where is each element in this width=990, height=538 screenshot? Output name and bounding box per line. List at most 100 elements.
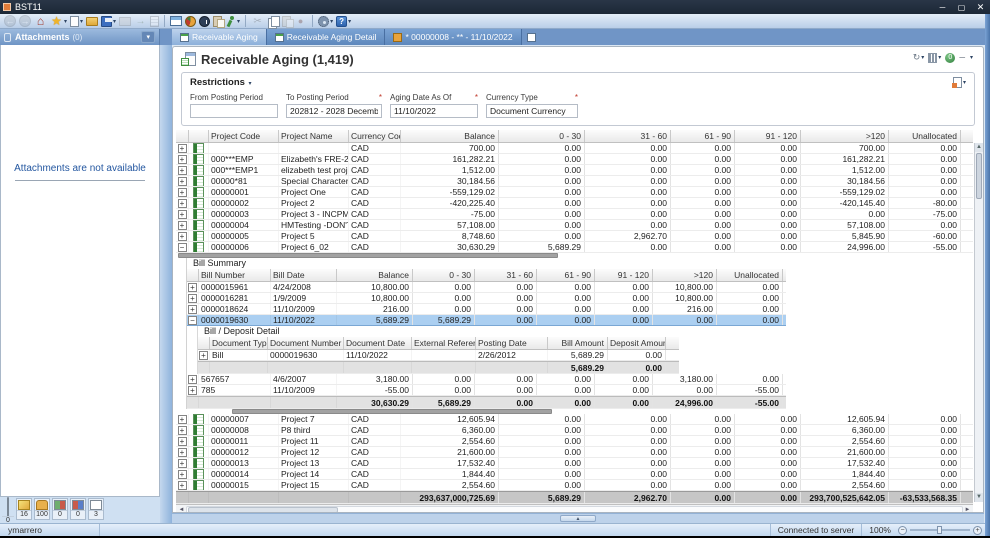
expand-row-icon[interactable]: +	[178, 232, 187, 241]
column-header[interactable]: Bill Date	[271, 269, 337, 281]
grid-row[interactable]: +00000007Project 7CAD12,605.940.000.000.…	[176, 414, 973, 425]
expand-row-icon[interactable]: +	[178, 155, 187, 164]
expand-row-icon[interactable]: +	[199, 351, 208, 360]
hscroll-thumb[interactable]	[188, 507, 338, 513]
column-header[interactable]: Bill Amount	[548, 337, 608, 349]
bs-row[interactable]: −000001963011/10/20225,689.295,689.290.0…	[187, 315, 786, 326]
expand-row-icon[interactable]: +	[188, 386, 197, 395]
column-header[interactable]: 31 - 60	[585, 130, 671, 142]
column-header[interactable]: 91 - 120	[595, 269, 653, 281]
expand-row-icon[interactable]: +	[178, 415, 187, 424]
attachments-menu-caret[interactable]: ▾	[141, 31, 155, 43]
column-header[interactable]: Project Name	[279, 130, 349, 142]
bs-row[interactable]: +00000162811/9/200910,800.000.000.000.00…	[187, 293, 786, 304]
grid-row[interactable]: +000***EMP1elizabeth test project...CAD1…	[176, 165, 973, 176]
bs-row[interactable]: +5676574/6/20073,180.000.000.000.000.003…	[187, 374, 786, 385]
grid-row[interactable]: +CAD700.000.000.000.000.00700.000.00	[176, 143, 973, 154]
restrictions-title[interactable]: Restrictions ▾	[190, 77, 966, 88]
column-header[interactable]: >120	[801, 130, 889, 142]
expand-row-icon[interactable]: +	[178, 210, 187, 219]
expand-row-icon[interactable]: +	[188, 305, 197, 314]
bs-row[interactable]: +00000159614/24/200810,800.000.000.000.0…	[187, 282, 786, 293]
vscroll-thumb[interactable]	[976, 153, 982, 199]
column-header[interactable]: Document Date	[344, 337, 412, 349]
grid-row[interactable]: +00000004HMTesting -DON'TU...CAD57,108.0…	[176, 220, 973, 231]
column-header[interactable]: Unallocated	[717, 269, 783, 281]
minimize-button[interactable]: ─	[933, 1, 952, 13]
scroll-up-icon[interactable]: ▲	[975, 143, 983, 152]
chart-view-icon[interactable]	[184, 14, 197, 28]
new-document-dropdown-caret[interactable]: ▾	[80, 18, 83, 25]
zoom-slider[interactable]	[910, 529, 970, 531]
column-header[interactable]: >120	[653, 269, 717, 281]
column-header[interactable]: Unallocated	[889, 130, 961, 142]
new-tab-button[interactable]	[522, 29, 542, 45]
from-posting-period-input[interactable]	[190, 104, 278, 118]
close-button[interactable]: ✕	[971, 1, 990, 13]
help-icon[interactable]: ?▾	[335, 14, 352, 28]
column-header[interactable]: 0 - 30	[499, 130, 585, 142]
column-header[interactable]: External Referen...	[412, 337, 476, 349]
column-header[interactable]: Deposit Amount	[608, 337, 666, 349]
expand-row-icon[interactable]: +	[178, 221, 187, 230]
column-header[interactable]: 61 - 90	[537, 269, 595, 281]
grid-vertical-scrollbar[interactable]: ▲ ▼	[974, 143, 983, 502]
home-icon[interactable]: ⌂	[33, 14, 48, 28]
refresh-icon[interactable]: ↻▾	[913, 52, 925, 63]
transfer-counter[interactable]: 0	[70, 498, 86, 520]
expand-row-icon[interactable]: +	[178, 481, 187, 490]
zoom-out-icon[interactable]: −	[898, 526, 907, 535]
collapse-icon[interactable]: ─	[959, 53, 965, 62]
column-header[interactable]: Balance	[401, 130, 499, 142]
save-icon[interactable]: ▾	[100, 14, 117, 28]
pages-counter[interactable]: 3	[88, 498, 104, 520]
collapse-row-icon[interactable]: −	[188, 316, 197, 325]
column-header[interactable]: 91 - 120	[735, 130, 801, 142]
column-header[interactable]: Balance	[337, 269, 413, 281]
help-dropdown-caret[interactable]: ▾	[348, 18, 351, 25]
expand-row-icon[interactable]: +	[178, 199, 187, 208]
column-header[interactable]: Project Code	[209, 130, 279, 142]
expand-row-icon[interactable]: +	[178, 459, 187, 468]
users-counter[interactable]: 0	[52, 498, 68, 520]
bs-row[interactable]: +78511/10/2009-55.000.000.000.000.000.00…	[187, 385, 786, 396]
grid-row[interactable]: +00000002Project 2CAD-420,225.400.000.00…	[176, 198, 973, 209]
grid-row[interactable]: +00000013Project 13CAD17,532.400.000.000…	[176, 458, 973, 469]
run-icon[interactable]: ▾	[224, 14, 241, 28]
report-menu-caret[interactable]: ▾	[970, 54, 973, 61]
expand-row-icon[interactable]: +	[188, 294, 197, 303]
aging-date-input[interactable]	[390, 104, 478, 118]
expand-row-icon[interactable]: +	[178, 470, 187, 479]
bd-row[interactable]: +Bill000001963011/10/20222/26/20125,689.…	[198, 350, 679, 361]
expand-row-icon[interactable]: +	[188, 283, 197, 292]
column-header[interactable]: Currency Code	[349, 130, 401, 142]
settings-icon[interactable]: ▾	[317, 14, 334, 28]
column-header[interactable]: 61 - 90	[671, 130, 735, 142]
grid-view-icon[interactable]	[169, 14, 183, 28]
grid-row[interactable]: +00000011Project 11CAD2,554.600.000.000.…	[176, 436, 973, 447]
grid-row[interactable]: −00000006Project 6_02CAD30,630.295,689.2…	[176, 242, 973, 253]
lock-counter[interactable]: 100	[34, 498, 50, 520]
grid-row[interactable]: +00000*81Special Character Pr...CAD30,18…	[176, 176, 973, 187]
expand-row-icon[interactable]: +	[178, 437, 187, 446]
clipboard-icon[interactable]	[212, 14, 223, 28]
grid-row[interactable]: +00000012Project 12CAD21,600.000.000.000…	[176, 447, 973, 458]
panel-splitter[interactable]	[160, 45, 172, 523]
expand-row-icon[interactable]: +	[178, 177, 187, 186]
expand-row-icon[interactable]: +	[178, 188, 187, 197]
scroll-right-icon[interactable]: ►	[963, 507, 972, 513]
column-header[interactable]: Bill Number	[199, 269, 271, 281]
zoom-slider-thumb[interactable]	[937, 526, 942, 534]
run-dropdown-caret[interactable]: ▾	[237, 18, 240, 25]
copy-icon[interactable]	[266, 14, 280, 28]
expand-row-icon[interactable]: +	[178, 144, 187, 153]
pin-icon[interactable]	[4, 33, 11, 42]
grid-row[interactable]: +00000001Project OneCAD-559,129.020.000.…	[176, 187, 973, 198]
save-dropdown-caret[interactable]: ▾	[113, 18, 116, 25]
scroll-down-icon[interactable]: ▼	[975, 493, 983, 502]
grid-horizontal-scrollbar[interactable]: ◄ ►	[176, 504, 973, 512]
to-posting-period-input[interactable]	[286, 104, 382, 118]
column-header[interactable]: Posting Date	[476, 337, 548, 349]
attachment-clip-counter[interactable]: 0	[2, 498, 14, 525]
grid-row[interactable]: +00000014Project 14CAD1,844.400.000.000.…	[176, 469, 973, 480]
